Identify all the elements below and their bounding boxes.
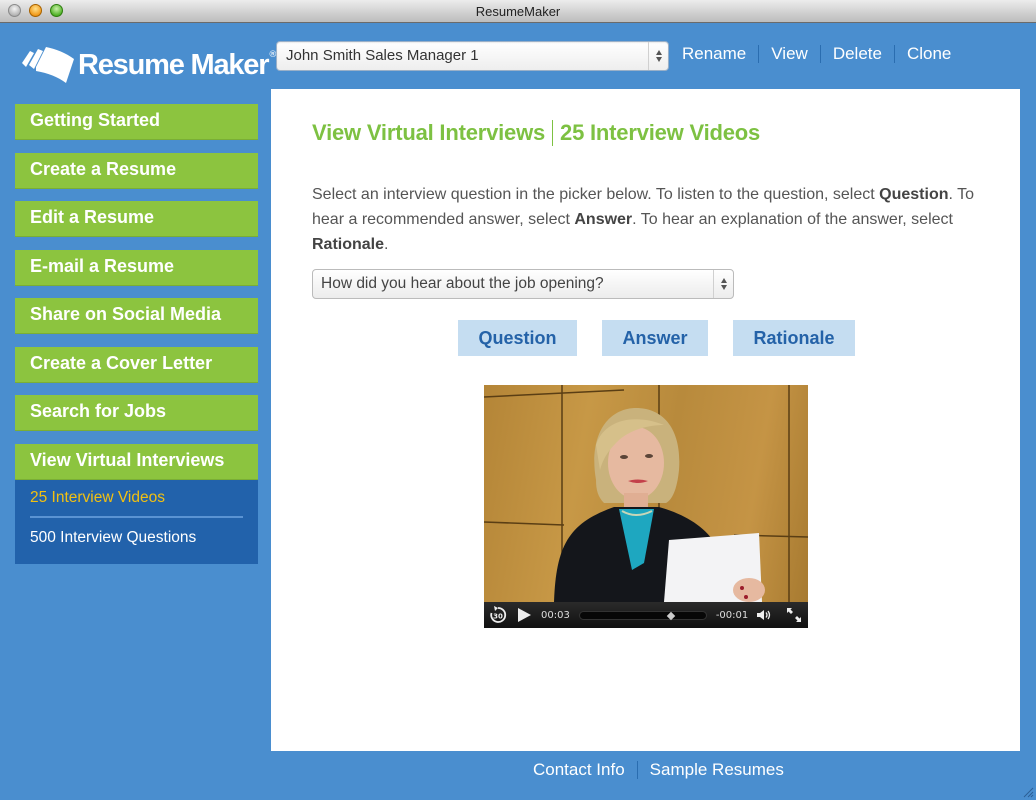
content-panel: View Virtual Interviews 25 Interview Vid… bbox=[271, 89, 1020, 751]
rename-link[interactable]: Rename bbox=[682, 44, 746, 64]
sidebar-item-getting-started[interactable]: Getting Started bbox=[15, 104, 258, 140]
play-button[interactable] bbox=[516, 607, 532, 623]
elapsed-time: 00:03 bbox=[541, 609, 570, 621]
interview-question-picker[interactable]: How did you hear about the job opening? bbox=[312, 269, 734, 299]
page-title: View Virtual Interviews 25 Interview Vid… bbox=[312, 120, 760, 146]
sidebar-item-share-social[interactable]: Share on Social Media bbox=[15, 298, 258, 334]
pages-logo-icon bbox=[22, 47, 74, 83]
resume-actions: Rename View Delete Clone bbox=[682, 43, 951, 65]
divider bbox=[893, 45, 895, 63]
rationale-button[interactable]: Rationale bbox=[733, 320, 855, 356]
page-title-section: View Virtual Interviews bbox=[312, 120, 546, 145]
question-picker-value: How did you hear about the job opening? bbox=[321, 275, 604, 292]
divider bbox=[819, 45, 821, 63]
skip-back-label: 30 bbox=[493, 613, 503, 621]
sidebar-item-cover-letter[interactable]: Create a Cover Letter bbox=[15, 346, 258, 383]
updown-arrows-icon bbox=[648, 42, 668, 70]
divider bbox=[636, 761, 638, 779]
instructions-text: Select an interview question in the pick… bbox=[312, 182, 992, 257]
updown-arrows-icon bbox=[713, 270, 733, 298]
video-player[interactable]: 30 00:03 -00:01 bbox=[484, 385, 808, 628]
skip-back-30-button[interactable]: 30 bbox=[488, 605, 508, 625]
clone-link[interactable]: Clone bbox=[907, 44, 951, 64]
subnav-divider bbox=[30, 515, 243, 518]
video-frame bbox=[484, 385, 808, 602]
volume-button[interactable] bbox=[756, 608, 772, 622]
resume-picker[interactable]: John Smith Sales Manager 1 bbox=[276, 41, 669, 71]
instructions-bold-answer: Answer bbox=[574, 211, 633, 228]
sidebar-item-virtual-interviews[interactable]: View Virtual Interviews bbox=[15, 443, 258, 480]
fullscreen-icon bbox=[787, 608, 802, 622]
instructions-bold-question: Question bbox=[879, 186, 949, 203]
window-titlebar: ResumeMaker bbox=[0, 0, 1036, 23]
virtual-interviews-subnav: 25 Interview Videos 500 Interview Questi… bbox=[15, 479, 258, 564]
resume-picker-value: John Smith Sales Manager 1 bbox=[286, 47, 479, 64]
volume-icon bbox=[757, 610, 771, 620]
logo-text: Resume Maker bbox=[78, 48, 270, 81]
sidebar-item-create-resume[interactable]: Create a Resume bbox=[15, 152, 258, 189]
sidebar-item-edit-resume[interactable]: Edit a Resume bbox=[15, 201, 258, 237]
instructions-bold-rationale: Rationale bbox=[312, 236, 385, 253]
video-scrubber[interactable] bbox=[578, 610, 707, 620]
window-title: ResumeMaker bbox=[475, 4, 561, 19]
title-divider bbox=[552, 120, 554, 146]
question-button[interactable]: Question bbox=[458, 320, 577, 356]
instructions-part: . To hear an explanation of the answer, … bbox=[632, 211, 953, 228]
interviewer-video-image bbox=[484, 385, 808, 602]
playback-buttons: Question Answer Rationale bbox=[458, 320, 855, 356]
play-icon bbox=[518, 608, 531, 622]
subnav-item-interview-questions[interactable]: 500 Interview Questions bbox=[30, 524, 243, 554]
answer-button[interactable]: Answer bbox=[602, 320, 708, 356]
page-title-page: 25 Interview Videos bbox=[560, 120, 761, 145]
remaining-time: -00:01 bbox=[715, 609, 749, 621]
sidebar-item-email-resume[interactable]: E-mail a Resume bbox=[15, 249, 258, 286]
contact-info-link[interactable]: Contact Info bbox=[533, 760, 625, 780]
skip-back-30-icon: 30 bbox=[490, 606, 507, 623]
footer-links: Contact Info Sample Resumes bbox=[533, 760, 784, 780]
instructions-part: Select an interview question in the pick… bbox=[312, 186, 880, 203]
instructions-part: . bbox=[384, 236, 389, 253]
fullscreen-button[interactable] bbox=[786, 607, 802, 623]
delete-link[interactable]: Delete bbox=[833, 44, 882, 64]
resize-grip-icon[interactable] bbox=[1022, 786, 1034, 798]
sidebar-item-search-jobs[interactable]: Search for Jobs bbox=[15, 395, 258, 431]
video-controls: 30 00:03 -00:01 bbox=[484, 602, 808, 628]
scrubber-knob[interactable] bbox=[667, 611, 676, 620]
divider bbox=[758, 45, 760, 63]
subnav-item-interview-videos[interactable]: 25 Interview Videos bbox=[30, 484, 243, 514]
view-link[interactable]: View bbox=[771, 44, 808, 64]
app-window: Resume Maker ® John Smith Sales Manager … bbox=[0, 23, 1036, 800]
sidebar-nav: Getting Started Create a Resume Edit a R… bbox=[15, 104, 258, 564]
resume-maker-logo: Resume Maker ® bbox=[16, 41, 277, 89]
sample-resumes-link[interactable]: Sample Resumes bbox=[650, 760, 784, 780]
